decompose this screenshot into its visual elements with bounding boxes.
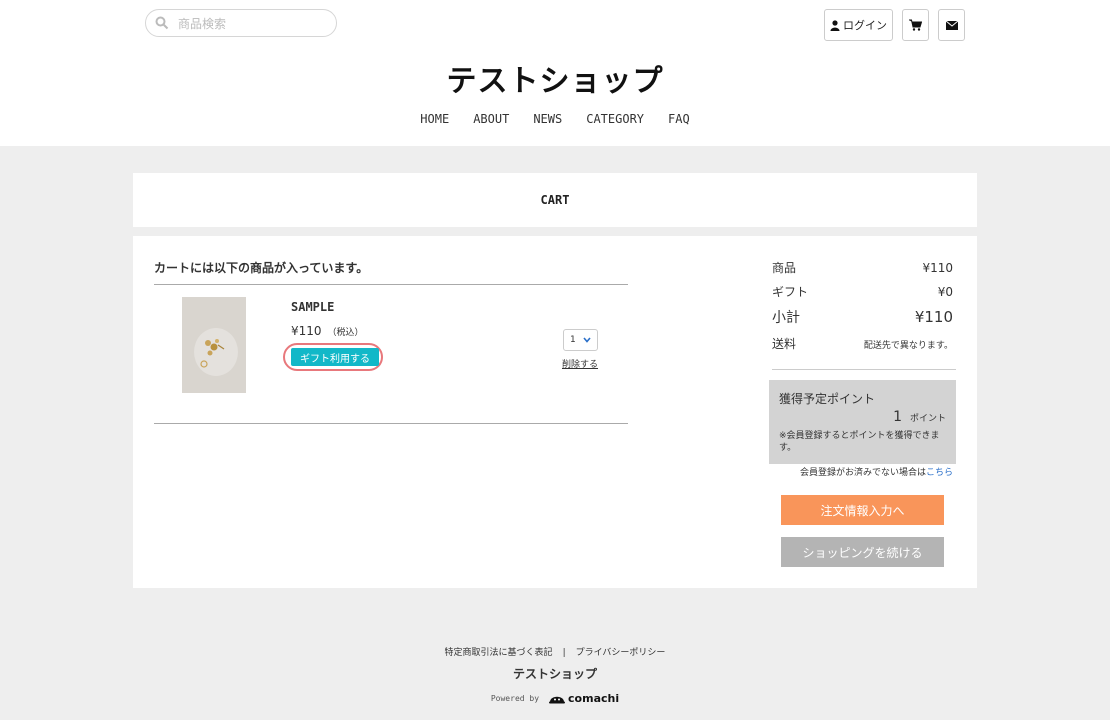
- divider: [772, 369, 956, 370]
- summary-product-row: 商品 ¥110: [772, 259, 953, 276]
- footer-links: 特定商取引法に基づく表記 | プライバシーポリシー: [0, 645, 1110, 658]
- summary-gift-label: ギフト: [772, 285, 809, 299]
- search-input[interactable]: [176, 13, 330, 35]
- quantity-value: 1: [570, 335, 576, 345]
- points-value-row: 1 ポイント: [893, 409, 946, 425]
- cart-button[interactable]: [902, 9, 929, 41]
- footer-separator: |: [562, 648, 566, 658]
- summary-subtotal-value: ¥110: [914, 308, 953, 326]
- site-header: ログイン テストショップ HOME ABOUT NEWS CATEGORY FA…: [0, 0, 1110, 146]
- envelope-icon: [945, 20, 958, 30]
- login-label: ログイン: [843, 19, 887, 32]
- legal-link[interactable]: 特定商取引法に基づく表記: [445, 648, 553, 658]
- comachi-logo[interactable]: comachi: [549, 692, 619, 705]
- register-link[interactable]: こちら: [926, 468, 953, 478]
- points-box: 獲得予定ポイント 1 ポイント ※会員登録するとポイントを獲得できます。: [769, 380, 956, 464]
- footer-shop-name[interactable]: テストショップ: [0, 665, 1110, 682]
- user-icon: [830, 19, 840, 31]
- product-price: ¥110 （税込）: [291, 324, 364, 338]
- points-title: 獲得予定ポイント: [779, 392, 876, 406]
- divider: [154, 284, 628, 285]
- tax-note: （税込）: [327, 328, 364, 338]
- nav-home[interactable]: HOME: [420, 112, 449, 126]
- summary-shipping-label: 送料: [772, 337, 797, 351]
- powered-by: Powered by comachi: [0, 692, 1110, 705]
- register-note-text: 会員登録がお済みでない場合は: [799, 468, 926, 478]
- nav-faq[interactable]: FAQ: [668, 112, 690, 126]
- points-note: ※会員登録するとポイントを獲得できます。: [779, 431, 940, 453]
- search-icon: [155, 16, 169, 30]
- main-nav: HOME ABOUT NEWS CATEGORY FAQ: [0, 112, 1110, 126]
- nav-about[interactable]: ABOUT: [473, 112, 509, 126]
- search-box[interactable]: [145, 9, 337, 37]
- comachi-brand: comachi: [568, 692, 620, 705]
- summary-product-label: 商品: [772, 261, 797, 275]
- cart-heading: カートには以下の商品が入っています。: [154, 261, 369, 275]
- summary-gift-value: ¥0: [937, 285, 953, 299]
- gift-button[interactable]: ギフト利用する: [291, 348, 379, 366]
- price-value: ¥110: [291, 324, 322, 338]
- divider: [154, 423, 628, 424]
- nav-news[interactable]: NEWS: [533, 112, 562, 126]
- product-name[interactable]: SAMPLE: [291, 300, 334, 314]
- cart-panel: カートには以下の商品が入っています。 SAMPLE ¥110 （税込） ギフト利用…: [133, 236, 977, 588]
- privacy-link[interactable]: プライバシーポリシー: [576, 648, 666, 658]
- summary-product-value: ¥110: [922, 261, 953, 275]
- remove-link[interactable]: 削除する: [562, 357, 598, 370]
- mail-button[interactable]: [938, 9, 965, 41]
- cart-icon: [909, 19, 922, 31]
- summary-gift-row: ギフト ¥0: [772, 283, 953, 300]
- shop-logo[interactable]: テストショップ: [0, 56, 1110, 100]
- order-button[interactable]: 注文情報入力へ: [781, 495, 944, 525]
- powered-by-text: Powered by: [490, 694, 540, 703]
- login-button[interactable]: ログイン: [824, 9, 893, 41]
- continue-shopping-button[interactable]: ショッピングを続ける: [781, 537, 944, 567]
- summary-subtotal-row: 小計 ¥110: [772, 307, 953, 327]
- summary-shipping-row: 送料 配送先で異なります。: [772, 335, 953, 352]
- nav-category[interactable]: CATEGORY: [586, 112, 644, 126]
- points-unit: ポイント: [909, 414, 946, 424]
- product-thumbnail[interactable]: [182, 297, 246, 393]
- comachi-logo-icon: [549, 696, 566, 704]
- register-note: 会員登録がお済みでない場合はこちら: [800, 465, 953, 478]
- summary-shipping-value: 配送先で異なります。: [863, 341, 953, 351]
- page-title: CART: [133, 173, 977, 227]
- summary-subtotal-label: 小計: [772, 310, 800, 326]
- product-image: [182, 297, 246, 393]
- points-value: 1: [893, 409, 902, 425]
- quantity-select[interactable]: 1: [563, 329, 598, 351]
- chevron-down-icon: [583, 337, 591, 343]
